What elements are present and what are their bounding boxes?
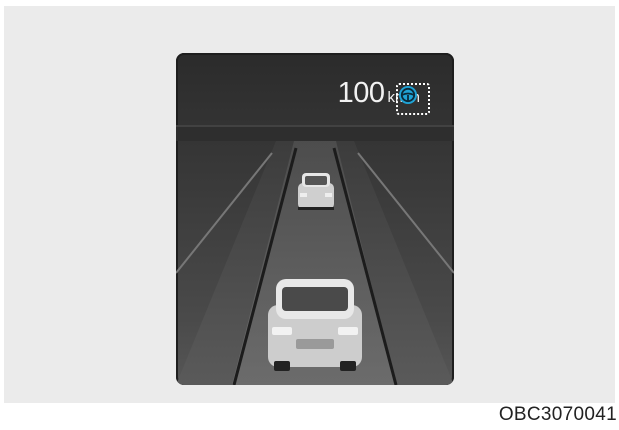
steering-assist-indicator <box>396 83 430 115</box>
instrument-cluster-display: 100 km/h <box>176 53 454 385</box>
ego-vehicle <box>268 279 362 371</box>
set-speed-value: 100 <box>337 77 385 109</box>
lead-vehicle <box>298 173 334 210</box>
horizon-band <box>176 125 454 141</box>
steering-wheel-icon <box>399 86 417 104</box>
figure-code: OBC3070041 <box>498 404 617 425</box>
